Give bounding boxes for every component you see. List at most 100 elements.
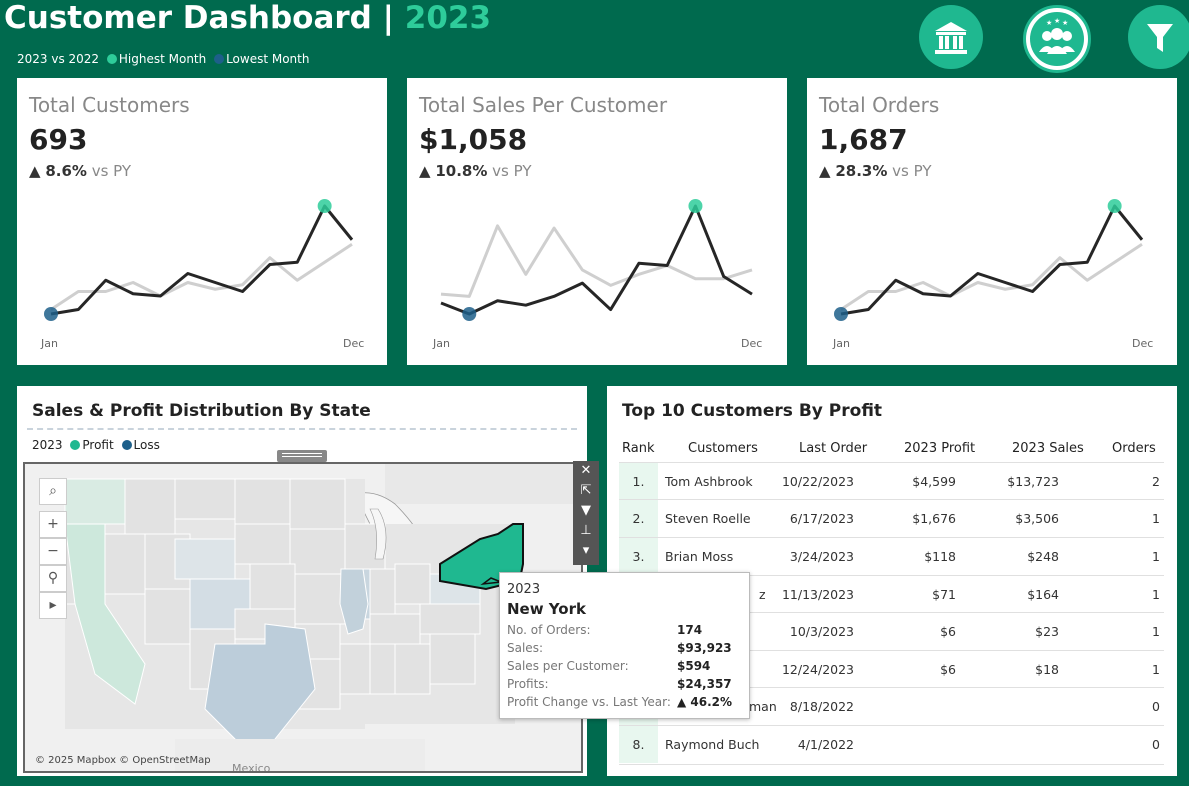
- lowest-month-marker[interactable]: [44, 307, 58, 321]
- pin-icon: ⊥: [580, 523, 592, 538]
- legend-loss: Loss: [133, 438, 160, 452]
- highest-month-marker[interactable]: [688, 199, 703, 213]
- orders-cell: 1: [1152, 662, 1160, 677]
- customer-cell: Brian Moss: [665, 549, 734, 564]
- external-link-icon: ⇱: [580, 483, 592, 498]
- x-start-label: Jan: [433, 337, 450, 350]
- current-year-line: [840, 204, 1144, 316]
- lowest-month-marker[interactable]: [834, 307, 848, 321]
- rank-cell: 8.: [619, 726, 658, 763]
- col-header-orders: Orders: [1112, 441, 1156, 456]
- orders-cell: 0: [1152, 737, 1160, 752]
- last-order-cell: 10/3/2023: [789, 624, 854, 639]
- search-icon: ⌕: [49, 483, 57, 499]
- map-legend: 2023 Profit Loss: [32, 438, 160, 452]
- chevron-down-icon: ▾: [582, 543, 590, 558]
- tooltip-label: Profits:: [507, 677, 549, 691]
- filter-nav-button[interactable]: [1128, 5, 1189, 69]
- orders-cell: 1: [1152, 511, 1160, 526]
- customers-group-icon: ★ ★ ★: [1030, 12, 1084, 66]
- sales-cell: $3,506: [1015, 511, 1059, 526]
- x-end-label: Dec: [1132, 337, 1154, 350]
- tooltip-label: No. of Orders:: [507, 623, 591, 637]
- map-search-button[interactable]: ⌕: [39, 478, 67, 505]
- last-order-cell: 10/22/2023: [781, 474, 854, 489]
- bank-icon: [935, 22, 967, 54]
- legend-prefix: 2023 vs 2022: [17, 52, 100, 66]
- customer-cell: Steven Roelle: [665, 511, 751, 526]
- open-new-button[interactable]: ⇱: [573, 481, 599, 501]
- tooltip-label: Sales:: [507, 641, 543, 655]
- tooltip-value: 174: [677, 623, 703, 637]
- rank-cell: 1.: [619, 463, 658, 500]
- sales-cell: $13,723: [1007, 474, 1059, 489]
- worksheet-toolbar: ✕ ⇱ ▼ ⊥ ▾: [573, 461, 599, 565]
- pin-map-button[interactable]: ⚲: [39, 565, 67, 592]
- zoom-in-button[interactable]: +: [39, 511, 67, 538]
- table-row[interactable]: 2. Steven Roelle 6/17/2023 $1,676 $3,506…: [619, 499, 1164, 537]
- minus-icon: −: [47, 543, 59, 559]
- table-row[interactable]: 3. Brian Moss 3/24/2023 $118 $248 1: [619, 537, 1164, 575]
- tooltip-row-sales: Sales: $93,923: [507, 641, 747, 655]
- sparkline-chart[interactable]: [407, 78, 787, 365]
- orders-cell: 1: [1152, 587, 1160, 602]
- map-tools-expand-button[interactable]: ▸: [39, 592, 67, 619]
- title-divider: [27, 428, 577, 430]
- col-header-profit: 2023 Profit: [904, 441, 976, 456]
- sparkline-chart[interactable]: [807, 78, 1177, 365]
- highest-month-marker[interactable]: [317, 199, 332, 213]
- us-states-map: [25, 464, 581, 771]
- title-text: Customer Dashboard |: [4, 0, 405, 36]
- tooltip-value: $24,357: [677, 677, 732, 691]
- customers-nav-button[interactable]: ★ ★ ★: [1023, 5, 1091, 73]
- svg-text:★: ★: [1046, 19, 1052, 27]
- bank-nav-button[interactable]: [919, 5, 983, 69]
- tooltip-value: $93,923: [677, 641, 732, 655]
- map-legend-year: 2023: [32, 438, 63, 452]
- col-header-sales: 2023 Sales: [1012, 441, 1084, 456]
- col-header-last-order: Last Order: [799, 441, 868, 456]
- legend-lowest: Lowest Month: [226, 52, 310, 66]
- sparkline-chart[interactable]: [17, 78, 387, 365]
- tooltip-value: ▲ 46.2%: [677, 695, 733, 709]
- resize-handle[interactable]: [277, 450, 327, 462]
- sales-cell: $18: [1035, 662, 1059, 677]
- tooltip-label: Sales per Customer:: [507, 659, 629, 673]
- legend-highest: Highest Month: [118, 52, 207, 66]
- customer-cell: man: [749, 699, 777, 714]
- loss-dot-icon: [121, 439, 132, 450]
- profit-cell: $6: [940, 662, 956, 677]
- profit-cell: $4,599: [912, 474, 956, 489]
- tooltip-row-profit-change: Profit Change vs. Last Year: ▲ 46.2%: [507, 695, 747, 709]
- highest-month-marker[interactable]: [1107, 199, 1122, 213]
- profit-cell: $1,676: [912, 511, 956, 526]
- zoom-out-button[interactable]: −: [39, 538, 67, 565]
- kpi-card-orders: Total Orders 1,687 ▲ 28.3% vs PY Jan Dec: [807, 78, 1177, 365]
- lowest-month-marker[interactable]: [462, 307, 477, 321]
- lowest-dot-icon: [214, 53, 225, 64]
- last-order-cell: 12/24/2023: [781, 662, 854, 677]
- sales-cell: $23: [1035, 624, 1059, 639]
- play-icon: ▸: [49, 597, 57, 613]
- x-end-label: Dec: [741, 337, 763, 350]
- tooltip-value: $594: [677, 659, 711, 673]
- kpi-card-sales-per-customer: Total Sales Per Customer $1,058 ▲ 10.8% …: [407, 78, 787, 365]
- filter-button[interactable]: ▼: [573, 501, 599, 521]
- table-row[interactable]: 1. Tom Ashbrook 10/22/2023 $4,599 $13,72…: [619, 462, 1164, 500]
- table-row[interactable]: 8. Raymond Buch 4/1/2022 0: [619, 725, 1164, 765]
- tooltip-state: New York: [507, 600, 586, 618]
- x-start-label: Jan: [41, 337, 58, 350]
- customer-cell: Tom Ashbrook: [665, 474, 753, 489]
- dashboard-title: Customer Dashboard | 2023: [4, 0, 491, 36]
- pin-icon: ⚲: [47, 570, 59, 586]
- legend-profit: Profit: [82, 438, 114, 452]
- last-order-cell: 8/18/2022: [789, 699, 854, 714]
- pin-button[interactable]: ⊥: [573, 521, 599, 541]
- orders-cell: 1: [1152, 549, 1160, 564]
- mexico-label: Mexico: [232, 762, 271, 773]
- last-order-cell: 3/24/2023: [789, 549, 854, 564]
- x-end-label: Dec: [343, 337, 365, 350]
- tooltip-year: 2023: [507, 582, 541, 597]
- close-button[interactable]: ✕: [573, 461, 599, 481]
- more-options-button[interactable]: ▾: [573, 541, 599, 561]
